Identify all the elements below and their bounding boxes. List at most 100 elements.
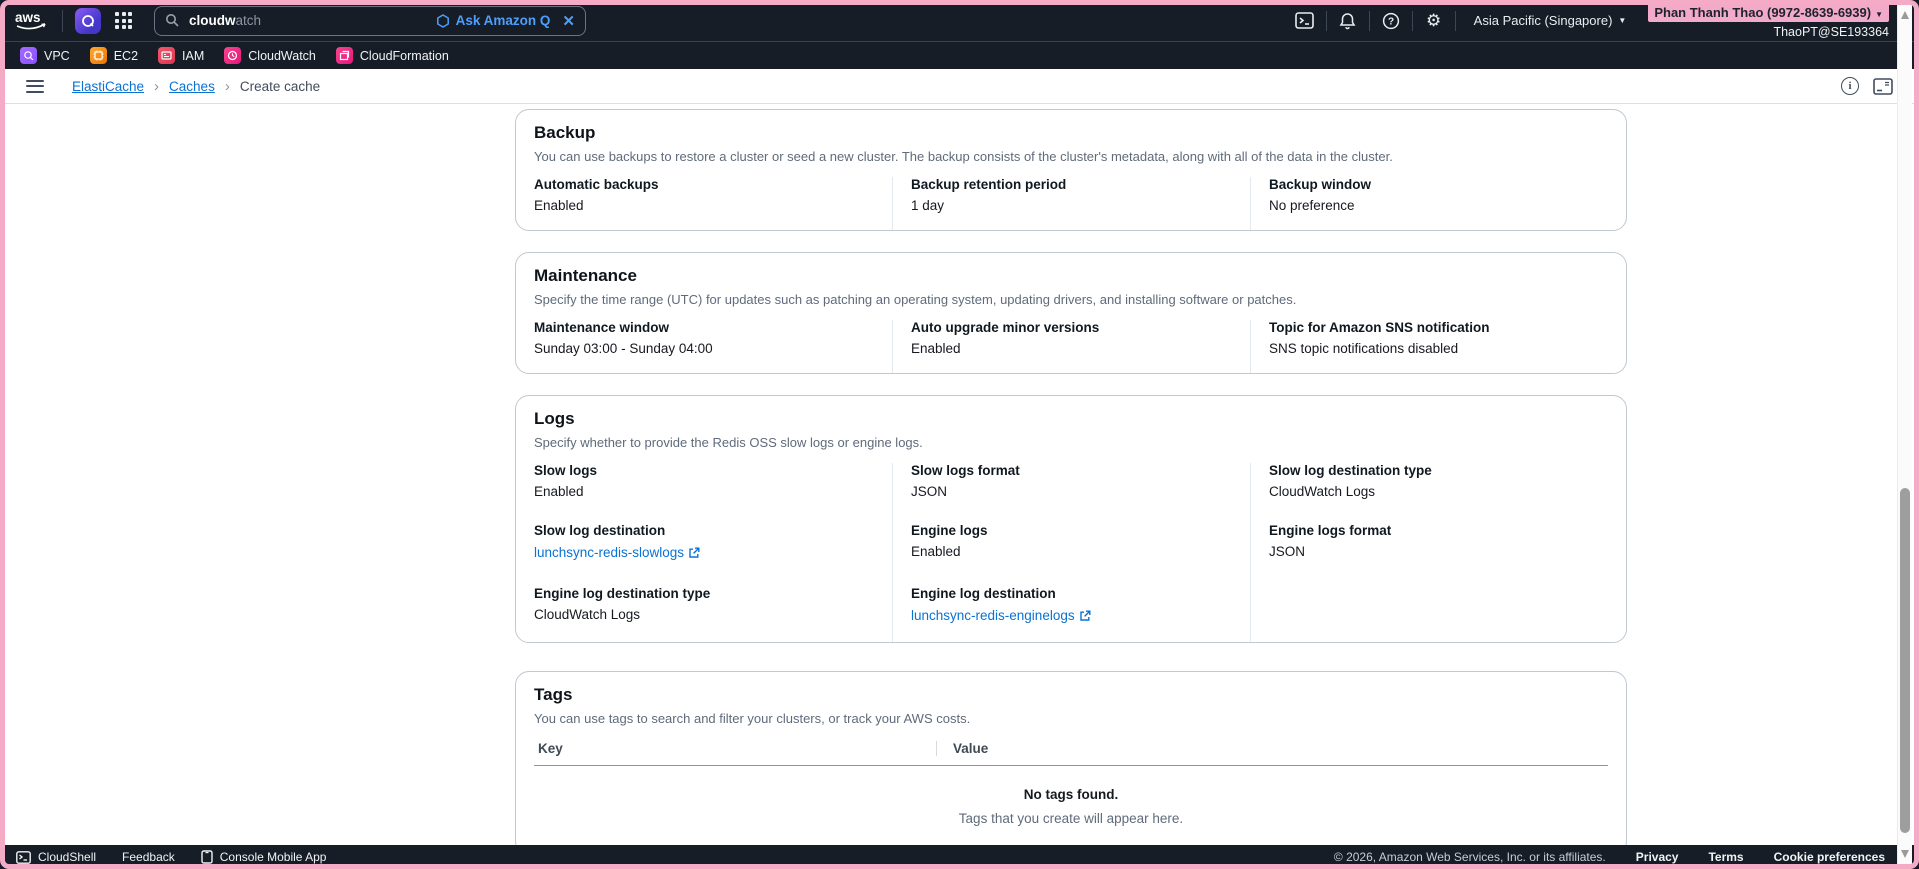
topbar-icon-divider [1368,10,1370,31]
tags-column-key: Key [538,741,563,756]
footer-mobile-app-button[interactable]: Console Mobile App [201,850,326,864]
engine-log-destination-link[interactable]: lunchsync-redis-enginelogs [911,608,1091,623]
search-suggestion-text: atch [235,13,262,28]
field-maintenance-window: Maintenance window Sunday 03:00 - Sunday… [534,320,713,356]
footer-cookie-preferences-link[interactable]: Cookie preferences [1774,850,1885,864]
account-username: ThaoPT@SE193364 [1773,25,1889,40]
backup-title: Backup [534,123,596,142]
topbar-icon-divider [1411,10,1413,31]
favorite-ec2[interactable]: EC2 [89,47,138,64]
field-engine-log-destination: Engine log destination lunchsync-redis-e… [892,586,1250,642]
field-slow-logs: Slow logs Enabled [534,463,598,499]
scrollbar-thumb[interactable] [1900,488,1910,833]
vpc-service-icon [20,47,37,64]
breadcrumb-separator-icon: › [224,77,230,95]
aws-logo[interactable]: aws [14,9,50,33]
region-selector[interactable]: Asia Pacific (Singapore) ▼ [1474,13,1627,28]
field-backup-retention-period: Backup retention period 1 day [892,177,1250,230]
logs-section: Logs Specify whether to provide the Redi… [515,395,1627,643]
ec2-service-icon [89,47,107,64]
iam-service-icon [158,47,176,64]
tags-description: You can use tags to search and filter yo… [534,711,971,726]
create-cache-review: Backup You can use backups to restore a … [515,109,1627,845]
tags-column-value: Value [953,741,989,756]
field-slow-log-destination-type: Slow log destination type CloudWatch Log… [1250,463,1608,523]
breadcrumb-right-icons: i [1841,77,1893,95]
slow-log-destination-link[interactable]: lunchsync-redis-slowlogs [534,545,700,560]
top-navigation-bar: aws cloudw atch Ask Amazon Q ✕ ? ⚙ Asia … [0,0,1919,41]
backup-section: Backup You can use backups to restore a … [515,109,1627,231]
field-sns-topic: Topic for Amazon SNS notification SNS to… [1250,320,1608,373]
search-typed-text: cloudw [189,13,236,28]
field-engine-log-destination-type: Engine log destination type CloudWatch L… [534,586,711,622]
amazon-q-small-icon [436,13,449,28]
breadcrumb-separator-icon: › [154,77,160,95]
scrollbar-down-arrow-icon[interactable] [1901,850,1909,858]
breadcrumb-current: Create cache [239,78,321,94]
favorite-cloudwatch[interactable]: CloudWatch [224,47,316,64]
maintenance-section: Maintenance Specify the time range (UTC)… [515,252,1627,374]
scrollbar-up-arrow-icon[interactable] [1901,11,1909,19]
mobile-phone-icon [201,850,213,864]
footer-privacy-link[interactable]: Privacy [1636,850,1679,864]
svg-text:aws: aws [15,10,41,25]
region-label: Asia Pacific (Singapore) [1473,13,1613,28]
cloudformation-service-icon [335,47,353,64]
field-backup-window: Backup window No preference [1250,177,1608,230]
tags-empty-title: No tags found. [1023,787,1119,802]
tags-empty-state: No tags found. Tags that you create will… [534,766,1608,845]
external-link-icon [689,547,700,558]
backup-description: You can use backups to restore a cluster… [534,149,1393,164]
cloudshell-icon[interactable] [1290,6,1320,36]
field-auto-upgrade-minor-versions: Auto upgrade minor versions Enabled [892,320,1250,373]
logs-empty-cell [1250,586,1608,642]
ask-amazon-q-button[interactable]: Ask Amazon Q [436,13,550,28]
chevron-down-icon: ▼ [1875,10,1883,20]
cloudshell-icon [16,850,31,864]
settings-gear-icon[interactable]: ⚙ [1419,6,1449,36]
help-icon[interactable]: ? [1376,6,1406,36]
console-search-input[interactable]: cloudw atch Ask Amazon Q ✕ [154,5,586,36]
account-menu: Phan Thanh Thao (9972-8639-6939) ▼ ThaoPT… [1648,2,1889,39]
footer-copyright: © 2026, Amazon Web Services, Inc. or its… [1333,850,1606,864]
tags-title: Tags [534,685,573,704]
favorites-bar: VPC EC2 IAM CloudWatch CloudFormation [0,41,1919,69]
console-footer: CloudShell Feedback Console Mobile App ©… [0,845,1919,869]
maintenance-title: Maintenance [534,266,637,285]
chevron-down-icon: ▼ [1618,16,1627,25]
footer-terms-link[interactable]: Terms [1708,850,1743,864]
tags-section: Tags You can use tags to search and filt… [515,671,1627,845]
tags-column-divider [936,741,937,756]
tags-empty-description: Tags that you create will appear here. [958,811,1184,826]
logs-description: Specify whether to provide the Redis OSS… [534,435,923,450]
amazon-q-icon[interactable] [75,7,101,34]
account-name-button[interactable]: Phan Thanh Thao (9972-8639-6939) ▼ [1648,2,1889,23]
logs-title: Logs [534,409,575,428]
footer-feedback-button[interactable]: Feedback [122,850,175,864]
aws-logo-icon: aws [15,10,46,29]
search-clear-icon[interactable]: ✕ [562,12,575,30]
field-engine-logs-format: Engine logs format JSON [1250,523,1608,586]
search-icon [166,14,179,27]
favorite-vpc[interactable]: VPC [20,47,70,64]
svg-text:?: ? [1388,16,1394,27]
favorite-iam[interactable]: IAM [158,47,204,64]
topbar-right-group: ? ⚙ Asia Pacific (Singapore) ▼ Phan Than… [1290,2,1889,39]
main-content: Backup You can use backups to restore a … [0,104,1897,845]
topbar-icon-divider [1454,10,1456,31]
info-icon[interactable]: i [1841,77,1859,95]
vertical-scrollbar[interactable] [1897,5,1912,864]
split-panel-icon[interactable] [1873,77,1893,95]
notifications-bell-icon[interactable] [1333,6,1363,36]
field-engine-logs: Engine logs Enabled [892,523,1250,586]
breadcrumb-elasticache[interactable]: ElastiCache [72,79,144,94]
services-grid-icon[interactable] [115,12,132,29]
maintenance-description: Specify the time range (UTC) for updates… [534,292,1297,307]
topbar-divider [62,9,63,32]
side-menu-icon[interactable] [26,79,44,93]
cloudwatch-service-icon [224,47,242,64]
favorite-cloudformation[interactable]: CloudFormation [335,47,449,64]
breadcrumb-caches[interactable]: Caches [169,79,215,94]
topbar-icon-divider [1325,10,1327,31]
footer-cloudshell-button[interactable]: CloudShell [16,850,96,864]
